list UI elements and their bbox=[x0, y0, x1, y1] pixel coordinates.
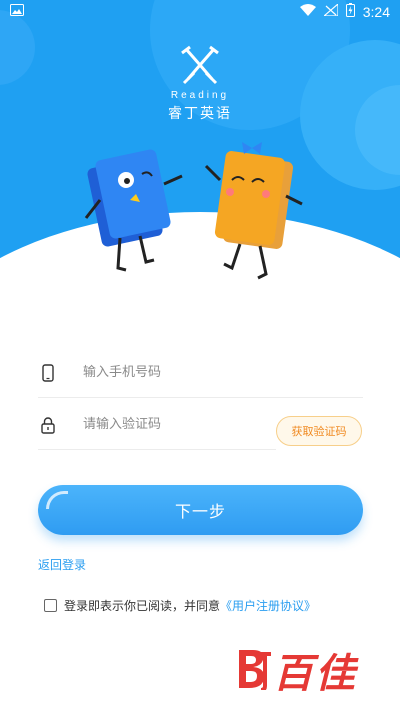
battery-charging-icon bbox=[345, 3, 355, 21]
app-logo-icon bbox=[0, 43, 400, 91]
image-icon bbox=[10, 4, 24, 20]
next-step-label: 下一步 bbox=[174, 502, 226, 521]
wifi-icon bbox=[299, 4, 316, 20]
status-right: 3:24 bbox=[299, 2, 390, 21]
status-time: 3:24 bbox=[362, 4, 390, 20]
phone-field-row bbox=[38, 348, 363, 398]
agreement-row: 登录即表示你已阅读，并同意 《用户注册协议》 bbox=[44, 597, 316, 614]
logo-wordmark: Reading bbox=[170, 90, 230, 101]
book-mascots-illustration bbox=[80, 140, 320, 300]
agreement-checkbox[interactable] bbox=[44, 599, 57, 612]
user-agreement-link[interactable]: 《用户注册协议》 bbox=[220, 597, 316, 614]
app-name: 睿丁英语 bbox=[168, 106, 232, 122]
phone-input[interactable] bbox=[83, 352, 273, 393]
code-field-row bbox=[38, 400, 276, 450]
watermark: 百佳 bbox=[235, 640, 385, 700]
sim-no-signal-icon bbox=[322, 2, 339, 20]
button-gloss bbox=[46, 491, 68, 509]
blue-book-mascot bbox=[84, 149, 183, 272]
orange-book-mascot bbox=[204, 142, 303, 280]
verification-code-input[interactable] bbox=[83, 404, 273, 445]
watermark-logo-icon bbox=[235, 646, 271, 694]
get-code-button[interactable]: 获取验证码 bbox=[276, 416, 362, 446]
back-to-login-link[interactable]: 返回登录 bbox=[38, 556, 86, 573]
watermark-text: 百佳 bbox=[273, 651, 357, 697]
phone-icon bbox=[38, 363, 58, 383]
next-step-button[interactable]: 下一步 bbox=[38, 485, 363, 535]
lock-icon bbox=[38, 415, 58, 435]
status-bar: 3:24 bbox=[0, 0, 400, 24]
agreement-text: 登录即表示你已阅读，并同意 bbox=[64, 599, 221, 613]
